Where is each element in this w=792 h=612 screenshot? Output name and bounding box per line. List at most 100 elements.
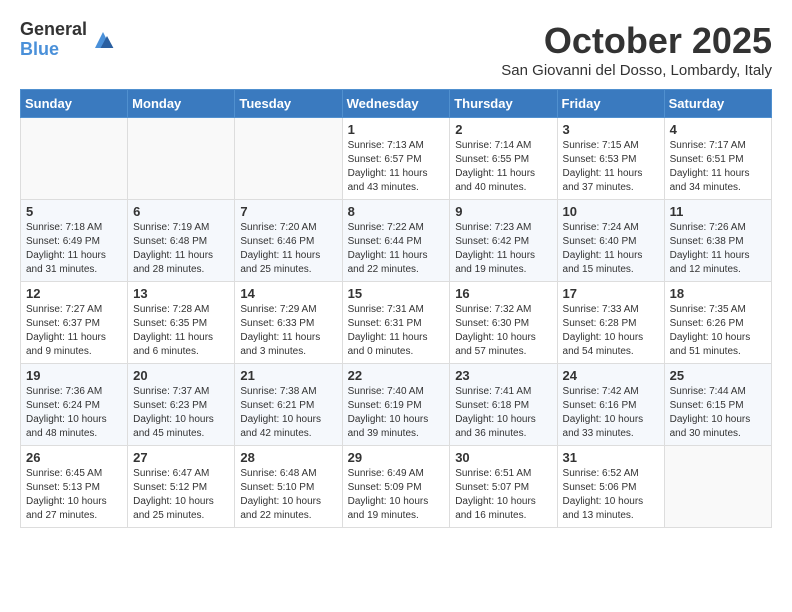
calendar-cell: 24 Sunrise: 7:42 AM Sunset: 6:16 PM Dayli…	[557, 364, 664, 446]
day-info: Sunrise: 7:17 AM Sunset: 6:51 PM Dayligh…	[670, 139, 766, 195]
calendar-cell: 2Sunrise: 7:14 AM Sunset: 6:55 PM Daylig…	[450, 118, 557, 200]
day-info: Sunrise: 7:37 AM Sunset: 6:23 PM Dayligh…	[133, 385, 229, 441]
calendar-cell: 31Sunrise: 6:52 AM Sunset: 5:06 PM Dayli…	[557, 446, 664, 528]
day-number: 6	[133, 204, 229, 219]
day-number: 22	[348, 368, 445, 383]
day-info: Sunrise: 7:28 AM Sunset: 6:35 PM Dayligh…	[133, 303, 229, 359]
day-number: 17	[563, 286, 659, 301]
calendar-cell: 1 Sunrise: 7:13 AM Sunset: 6:57 PM Daylig…	[342, 118, 450, 200]
day-number: 8	[348, 204, 445, 219]
day-number: 15	[348, 286, 445, 301]
calendar-cell: 21Sunrise: 7:38 AM Sunset: 6:21 PM Dayli…	[235, 364, 342, 446]
day-number: 25	[670, 368, 766, 383]
day-number: 23	[455, 368, 551, 383]
day-number: 24	[563, 368, 659, 383]
calendar-cell: 8Sunrise: 7:22 AM Sunset: 6:44 PM Daylig…	[342, 200, 450, 282]
calendar-cell: 6Sunrise: 7:19 AM Sunset: 6:48 PM Daylig…	[128, 200, 235, 282]
day-info: Sunrise: 7:44 AM Sunset: 6:15 PM Dayligh…	[670, 385, 766, 441]
calendar-week-row: 5 Sunrise: 7:18 AM Sunset: 6:49 PM Daylig…	[21, 200, 772, 282]
calendar-cell: 29 Sunrise: 6:49 AM Sunset: 5:09 PM Dayli…	[342, 446, 450, 528]
calendar-cell: 16 Sunrise: 7:32 AM Sunset: 6:30 PM Dayli…	[450, 282, 557, 364]
day-number: 19	[26, 368, 122, 383]
day-number: 7	[240, 204, 336, 219]
day-info: Sunrise: 7:26 AM Sunset: 6:38 PM Dayligh…	[670, 221, 766, 277]
day-info: Sunrise: 7:36 AM Sunset: 6:24 PM Dayligh…	[26, 385, 122, 441]
day-number: 30	[455, 450, 551, 465]
calendar-week-row: 1 Sunrise: 7:13 AM Sunset: 6:57 PM Daylig…	[21, 118, 772, 200]
day-number: 27	[133, 450, 229, 465]
day-info: Sunrise: 7:42 AM Sunset: 6:16 PM Dayligh…	[563, 385, 659, 441]
logo: General Blue	[20, 20, 115, 60]
calendar-week-row: 26 Sunrise: 6:45 AM Sunset: 5:13 PM Dayli…	[21, 446, 772, 528]
day-number: 10	[563, 204, 659, 219]
day-number: 28	[240, 450, 336, 465]
calendar-cell: 15 Sunrise: 7:31 AM Sunset: 6:31 PM Dayli…	[342, 282, 450, 364]
day-info: Sunrise: 7:40 AM Sunset: 6:19 PM Dayligh…	[348, 385, 445, 441]
logo-general-text: General	[20, 20, 87, 40]
day-header-friday: Friday	[557, 90, 664, 118]
calendar-cell: 28 Sunrise: 6:48 AM Sunset: 5:10 PM Dayli…	[235, 446, 342, 528]
day-info: Sunrise: 7:41 AM Sunset: 6:18 PM Dayligh…	[455, 385, 551, 441]
day-number: 9	[455, 204, 551, 219]
calendar-table: SundayMondayTuesdayWednesdayThursdayFrid…	[20, 89, 772, 528]
day-number: 1	[348, 122, 445, 137]
day-info: Sunrise: 7:29 AM Sunset: 6:33 PM Dayligh…	[240, 303, 336, 359]
calendar-cell: 22 Sunrise: 7:40 AM Sunset: 6:19 PM Dayli…	[342, 364, 450, 446]
calendar-header-row: SundayMondayTuesdayWednesdayThursdayFrid…	[21, 90, 772, 118]
day-number: 4	[670, 122, 766, 137]
day-number: 26	[26, 450, 122, 465]
page-header: General Blue October 2025 San Giovanni d…	[20, 20, 772, 79]
calendar-cell: 20 Sunrise: 7:37 AM Sunset: 6:23 PM Dayli…	[128, 364, 235, 446]
day-header-sunday: Sunday	[21, 90, 128, 118]
calendar-cell	[21, 118, 128, 200]
day-info: Sunrise: 6:49 AM Sunset: 5:09 PM Dayligh…	[348, 467, 445, 523]
day-header-wednesday: Wednesday	[342, 90, 450, 118]
day-number: 3	[563, 122, 659, 137]
day-header-monday: Monday	[128, 90, 235, 118]
day-info: Sunrise: 7:31 AM Sunset: 6:31 PM Dayligh…	[348, 303, 445, 359]
calendar-cell: 17 Sunrise: 7:33 AM Sunset: 6:28 PM Dayli…	[557, 282, 664, 364]
calendar-cell	[235, 118, 342, 200]
day-number: 18	[670, 286, 766, 301]
calendar-cell: 5 Sunrise: 7:18 AM Sunset: 6:49 PM Daylig…	[21, 200, 128, 282]
day-info: Sunrise: 7:33 AM Sunset: 6:28 PM Dayligh…	[563, 303, 659, 359]
day-info: Sunrise: 6:45 AM Sunset: 5:13 PM Dayligh…	[26, 467, 122, 523]
day-info: Sunrise: 7:18 AM Sunset: 6:49 PM Dayligh…	[26, 221, 122, 277]
calendar-cell: 25 Sunrise: 7:44 AM Sunset: 6:15 PM Dayli…	[664, 364, 771, 446]
calendar-week-row: 12Sunrise: 7:27 AM Sunset: 6:37 PM Dayli…	[21, 282, 772, 364]
month-title: October 2025	[501, 20, 772, 62]
day-number: 5	[26, 204, 122, 219]
calendar-cell: 12Sunrise: 7:27 AM Sunset: 6:37 PM Dayli…	[21, 282, 128, 364]
day-number: 31	[563, 450, 659, 465]
day-number: 11	[670, 204, 766, 219]
calendar-cell: 26 Sunrise: 6:45 AM Sunset: 5:13 PM Dayli…	[21, 446, 128, 528]
day-number: 21	[240, 368, 336, 383]
title-area: October 2025 San Giovanni del Dosso, Lom…	[501, 20, 772, 79]
day-info: Sunrise: 7:23 AM Sunset: 6:42 PM Dayligh…	[455, 221, 551, 277]
logo-blue-text: Blue	[20, 40, 87, 60]
day-info: Sunrise: 6:48 AM Sunset: 5:10 PM Dayligh…	[240, 467, 336, 523]
calendar-cell: 10Sunrise: 7:24 AM Sunset: 6:40 PM Dayli…	[557, 200, 664, 282]
day-number: 13	[133, 286, 229, 301]
calendar-cell: 9 Sunrise: 7:23 AM Sunset: 6:42 PM Daylig…	[450, 200, 557, 282]
day-info: Sunrise: 7:15 AM Sunset: 6:53 PM Dayligh…	[563, 139, 659, 195]
calendar-cell: 23 Sunrise: 7:41 AM Sunset: 6:18 PM Dayli…	[450, 364, 557, 446]
calendar-cell: 19 Sunrise: 7:36 AM Sunset: 6:24 PM Dayli…	[21, 364, 128, 446]
day-header-tuesday: Tuesday	[235, 90, 342, 118]
day-info: Sunrise: 7:32 AM Sunset: 6:30 PM Dayligh…	[455, 303, 551, 359]
calendar-cell: 11 Sunrise: 7:26 AM Sunset: 6:38 PM Dayli…	[664, 200, 771, 282]
day-number: 29	[348, 450, 445, 465]
calendar-cell: 3 Sunrise: 7:15 AM Sunset: 6:53 PM Daylig…	[557, 118, 664, 200]
day-header-saturday: Saturday	[664, 90, 771, 118]
day-info: Sunrise: 7:13 AM Sunset: 6:57 PM Dayligh…	[348, 139, 445, 195]
day-number: 16	[455, 286, 551, 301]
logo-icon	[91, 28, 115, 52]
calendar-cell	[128, 118, 235, 200]
location-subtitle: San Giovanni del Dosso, Lombardy, Italy	[501, 62, 772, 79]
day-info: Sunrise: 6:51 AM Sunset: 5:07 PM Dayligh…	[455, 467, 551, 523]
day-header-thursday: Thursday	[450, 90, 557, 118]
day-number: 20	[133, 368, 229, 383]
calendar-cell: 7Sunrise: 7:20 AM Sunset: 6:46 PM Daylig…	[235, 200, 342, 282]
calendar-cell: 13 Sunrise: 7:28 AM Sunset: 6:35 PM Dayli…	[128, 282, 235, 364]
calendar-cell: 18Sunrise: 7:35 AM Sunset: 6:26 PM Dayli…	[664, 282, 771, 364]
